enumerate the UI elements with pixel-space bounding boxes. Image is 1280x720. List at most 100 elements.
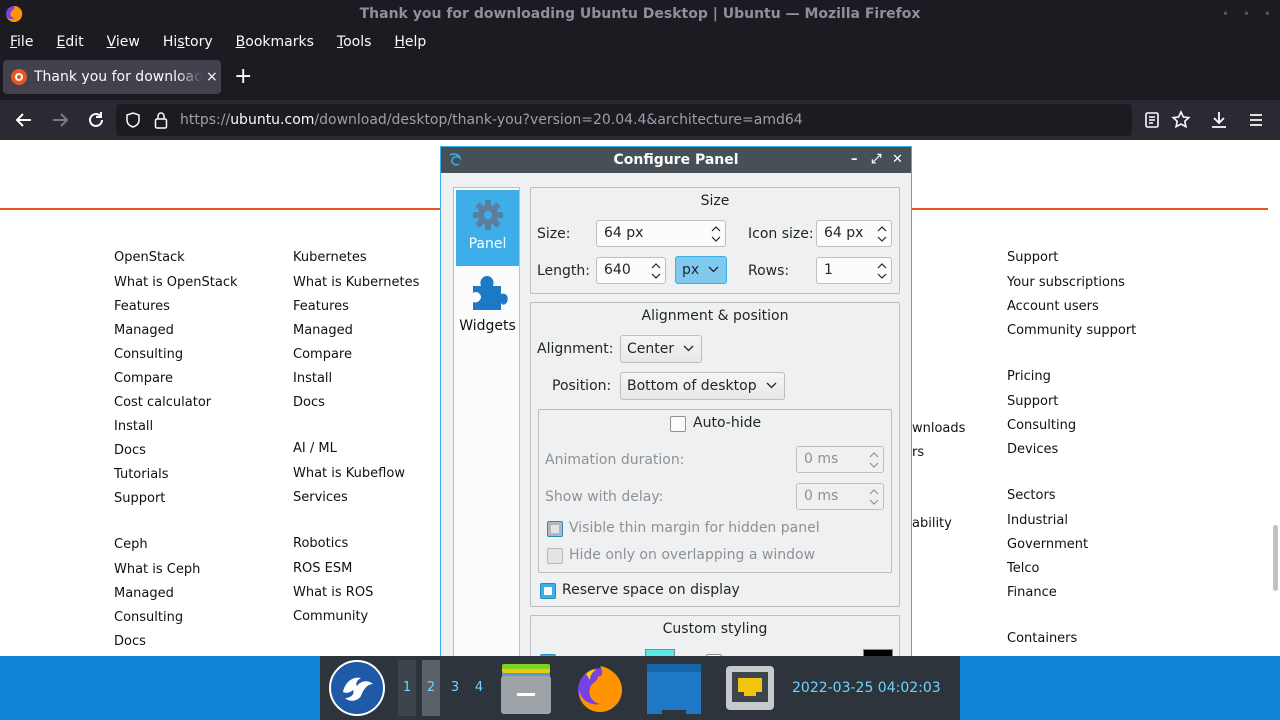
url-text[interactable]: https://ubuntu.com/download/desktop/than… (180, 104, 803, 136)
size-spinbox[interactable]: 64 px (596, 220, 726, 247)
desktop-switch-2[interactable]: 2 (422, 660, 440, 716)
reader-view-button[interactable] (1140, 108, 1164, 132)
sidebar-item-panel[interactable]: Panel (456, 190, 519, 266)
close-icon[interactable]: • (1263, 10, 1272, 20)
tracking-shield-icon[interactable] (126, 112, 140, 128)
thin-margin-checkbox[interactable] (547, 521, 563, 537)
footer-link[interactable]: Managed (114, 323, 238, 347)
footer-link-fragment[interactable]: rs (912, 445, 924, 460)
reload-button[interactable] (84, 108, 108, 132)
footer-link[interactable]: What is Kubeflow (293, 466, 419, 490)
animation-duration-spinbox[interactable]: 0 ms (796, 446, 884, 473)
footer-link[interactable]: Install (114, 419, 238, 443)
tab-close-icon[interactable]: × (206, 69, 218, 85)
footer-link[interactable]: Docs (114, 443, 238, 467)
url-bar[interactable]: https://ubuntu.com/download/desktop/than… (116, 104, 1132, 136)
footer-link[interactable]: Community support (1007, 323, 1136, 347)
scrollbar-thumb[interactable] (1273, 525, 1278, 591)
show-delay-spinbox[interactable]: 0 ms (796, 483, 884, 510)
auto-hide-checkbox[interactable] (670, 416, 686, 432)
icon-size-spinbox[interactable]: 64 px (816, 220, 892, 247)
bookmark-star-button[interactable] (1169, 108, 1193, 132)
dialog-minimize-button[interactable]: – (851, 147, 858, 173)
footer-link-fragment[interactable]: wnloads (912, 421, 965, 436)
footer-link-fragment[interactable]: ability (912, 516, 952, 531)
hide-overlap-checkbox[interactable] (547, 548, 563, 564)
main-menu-button[interactable] (329, 660, 385, 716)
reserve-space-checkbox[interactable] (540, 583, 556, 599)
menu-file[interactable]: File (10, 34, 33, 50)
menu-tools[interactable]: Tools (337, 34, 372, 50)
footer-link[interactable]: Services (293, 490, 419, 514)
position-combo[interactable]: Bottom of desktop (620, 372, 785, 400)
footer-link[interactable]: Account users (1007, 299, 1136, 323)
spin-arrows-icon[interactable] (710, 223, 722, 245)
footer-link[interactable]: Tutorials (114, 467, 238, 491)
new-tab-button[interactable]: + (234, 66, 252, 88)
footer-link[interactable]: Finance (1007, 585, 1136, 609)
desktop-switch-1[interactable]: 1 (398, 660, 416, 716)
menu-bookmarks[interactable]: Bookmarks (236, 34, 314, 50)
rows-spinbox[interactable]: 1 (816, 257, 892, 284)
desktop-switch-3[interactable]: 3 (446, 660, 464, 716)
footer-link[interactable]: Docs (114, 634, 238, 656)
footer-link[interactable]: What is ROS (293, 585, 419, 609)
menu-history[interactable]: History (163, 34, 213, 50)
spin-arrows-icon[interactable] (876, 260, 888, 282)
footer-link[interactable]: Docs (293, 395, 419, 419)
spin-arrows-icon[interactable] (876, 223, 888, 245)
thin-margin-label[interactable]: Visible thin margin for hidden panel (569, 520, 820, 536)
dialog-close-button[interactable]: ✕ (892, 147, 903, 173)
footer-link[interactable]: Support (1007, 394, 1136, 418)
footer-link[interactable]: Managed (114, 586, 238, 610)
footer-link[interactable]: Devices (1007, 442, 1136, 466)
footer-link[interactable]: Your subscriptions (1007, 275, 1136, 299)
footer-link[interactable]: Community (293, 609, 419, 633)
auto-hide-label[interactable]: Auto-hide (693, 415, 761, 431)
footer-link[interactable]: What is Kubernetes (293, 275, 419, 299)
back-button[interactable] (12, 108, 36, 132)
footer-link[interactable]: Consulting (114, 347, 238, 371)
lock-icon[interactable] (154, 111, 168, 129)
clock[interactable]: 2022-03-25 04:02:03 PM (792, 656, 960, 720)
spin-arrows-icon[interactable] (650, 260, 662, 282)
maximize-icon[interactable]: • (1242, 10, 1251, 20)
app-menu-button[interactable] (1244, 108, 1268, 132)
file-manager-icon[interactable] (498, 660, 554, 716)
firefox-launcher-icon[interactable] (572, 660, 628, 716)
footer-link[interactable]: Managed (293, 323, 419, 347)
sidebar-item-widgets[interactable]: Widgets (456, 270, 519, 346)
footer-link[interactable]: Cost calculator (114, 395, 238, 419)
footer-link[interactable]: ROS ESM (293, 561, 419, 585)
footer-link[interactable]: What is Ceph (114, 562, 238, 586)
network-icon[interactable] (722, 660, 778, 716)
desktop-switch-4[interactable]: 4 (470, 660, 488, 716)
window-task-icon[interactable] (646, 660, 702, 716)
footer-link[interactable]: What is OpenStack (114, 275, 238, 299)
footer-link[interactable]: Consulting (1007, 418, 1136, 442)
spin-arrows-icon[interactable] (868, 486, 880, 508)
downloads-button[interactable] (1207, 108, 1231, 132)
forward-button[interactable] (48, 108, 72, 132)
menu-help[interactable]: Help (394, 34, 426, 50)
alignment-combo[interactable]: Center (620, 335, 702, 363)
footer-link[interactable]: Compare (114, 371, 238, 395)
hide-overlap-label[interactable]: Hide only on overlapping a window (569, 547, 815, 563)
spin-arrows-icon[interactable] (868, 449, 880, 471)
page-scrollbar[interactable] (1270, 140, 1280, 656)
minimize-icon[interactable]: • (1221, 10, 1230, 20)
footer-link[interactable]: Support (114, 491, 238, 515)
menu-edit[interactable]: Edit (56, 34, 83, 50)
length-unit-combo[interactable]: px (675, 256, 727, 284)
dialog-maximize-button[interactable]: ⤢ (871, 147, 881, 173)
footer-link[interactable]: Telco (1007, 561, 1136, 585)
footer-link[interactable]: Compare (293, 347, 419, 371)
footer-link[interactable]: Industrial (1007, 513, 1136, 537)
length-spinbox[interactable]: 640 (596, 257, 666, 284)
menu-view[interactable]: View (107, 34, 140, 50)
footer-link[interactable]: Install (293, 371, 419, 395)
footer-link[interactable]: Features (293, 299, 419, 323)
reserve-space-label[interactable]: Reserve space on display (562, 582, 740, 598)
footer-link[interactable]: Features (114, 299, 238, 323)
footer-link[interactable]: Consulting (114, 610, 238, 634)
